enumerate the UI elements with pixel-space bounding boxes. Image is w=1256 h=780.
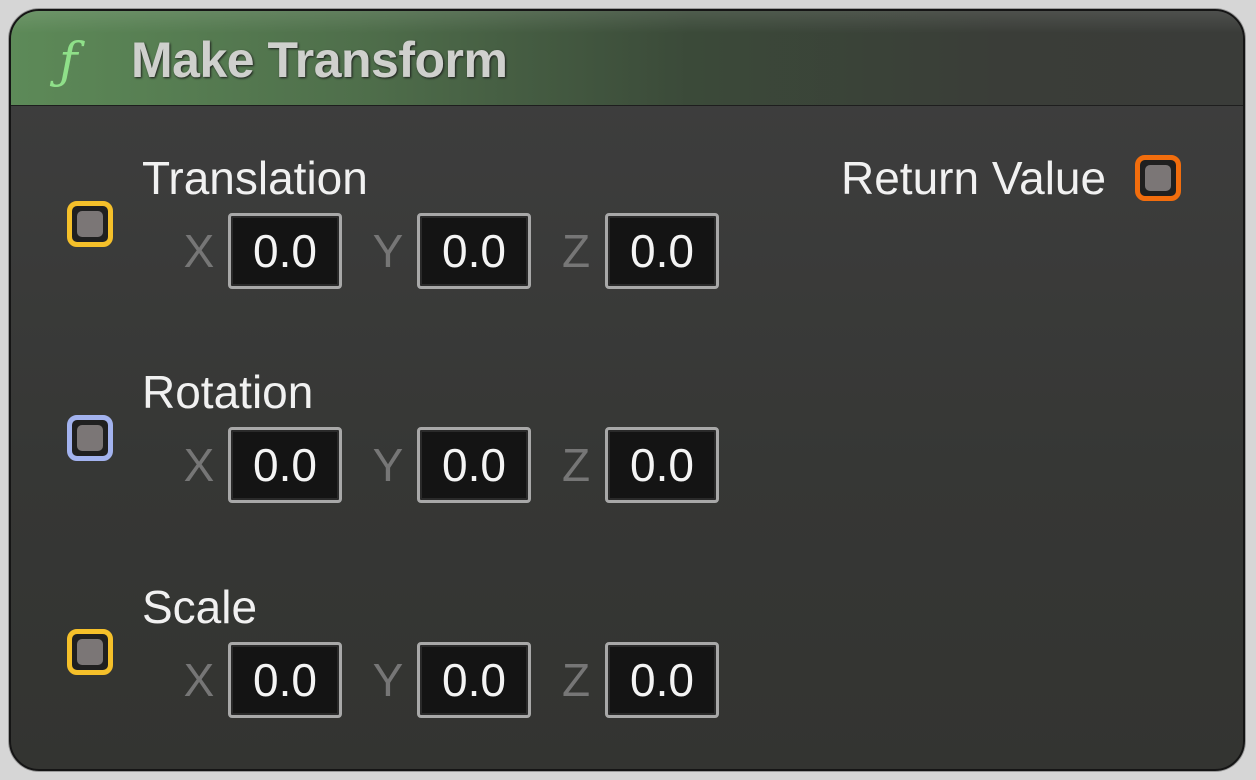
function-icon: ƒ [59, 32, 78, 90]
return-value-label: Return Value [841, 152, 1107, 204]
make-transform-node[interactable]: ƒ Make Transform Translation X 0.0 Y 0.0… [9, 9, 1245, 771]
node-header[interactable]: ƒ Make Transform [11, 11, 1243, 106]
scale-y-input[interactable]: 0.0 [417, 642, 531, 718]
rotation-z-input[interactable]: 0.0 [605, 427, 719, 503]
return-value-pin[interactable] [1135, 155, 1181, 201]
rotation-label: Rotation [142, 366, 314, 418]
translation-z-input[interactable]: 0.0 [605, 213, 719, 289]
pin-core [1145, 165, 1171, 191]
scale-x-label: X [183, 654, 215, 706]
translation-z-label: Z [561, 225, 591, 277]
rotation-pin[interactable] [67, 415, 113, 461]
scale-z-input[interactable]: 0.0 [605, 642, 719, 718]
translation-label: Translation [142, 152, 368, 204]
scale-x-input[interactable]: 0.0 [228, 642, 342, 718]
pin-core [77, 639, 103, 665]
scale-z-label: Z [561, 654, 591, 706]
pin-core [77, 211, 103, 237]
node-title: Make Transform [131, 32, 508, 88]
scale-pin[interactable] [67, 629, 113, 675]
scale-y-label: Y [372, 654, 404, 706]
rotation-y-input[interactable]: 0.0 [417, 427, 531, 503]
scale-label: Scale [142, 581, 258, 633]
translation-y-label: Y [372, 225, 404, 277]
rotation-x-label: X [183, 439, 215, 491]
rotation-z-label: Z [561, 439, 591, 491]
translation-y-input[interactable]: 0.0 [417, 213, 531, 289]
translation-pin[interactable] [67, 201, 113, 247]
rotation-y-label: Y [372, 439, 404, 491]
pin-core [77, 425, 103, 451]
rotation-x-input[interactable]: 0.0 [228, 427, 342, 503]
translation-x-input[interactable]: 0.0 [228, 213, 342, 289]
translation-x-label: X [183, 225, 215, 277]
